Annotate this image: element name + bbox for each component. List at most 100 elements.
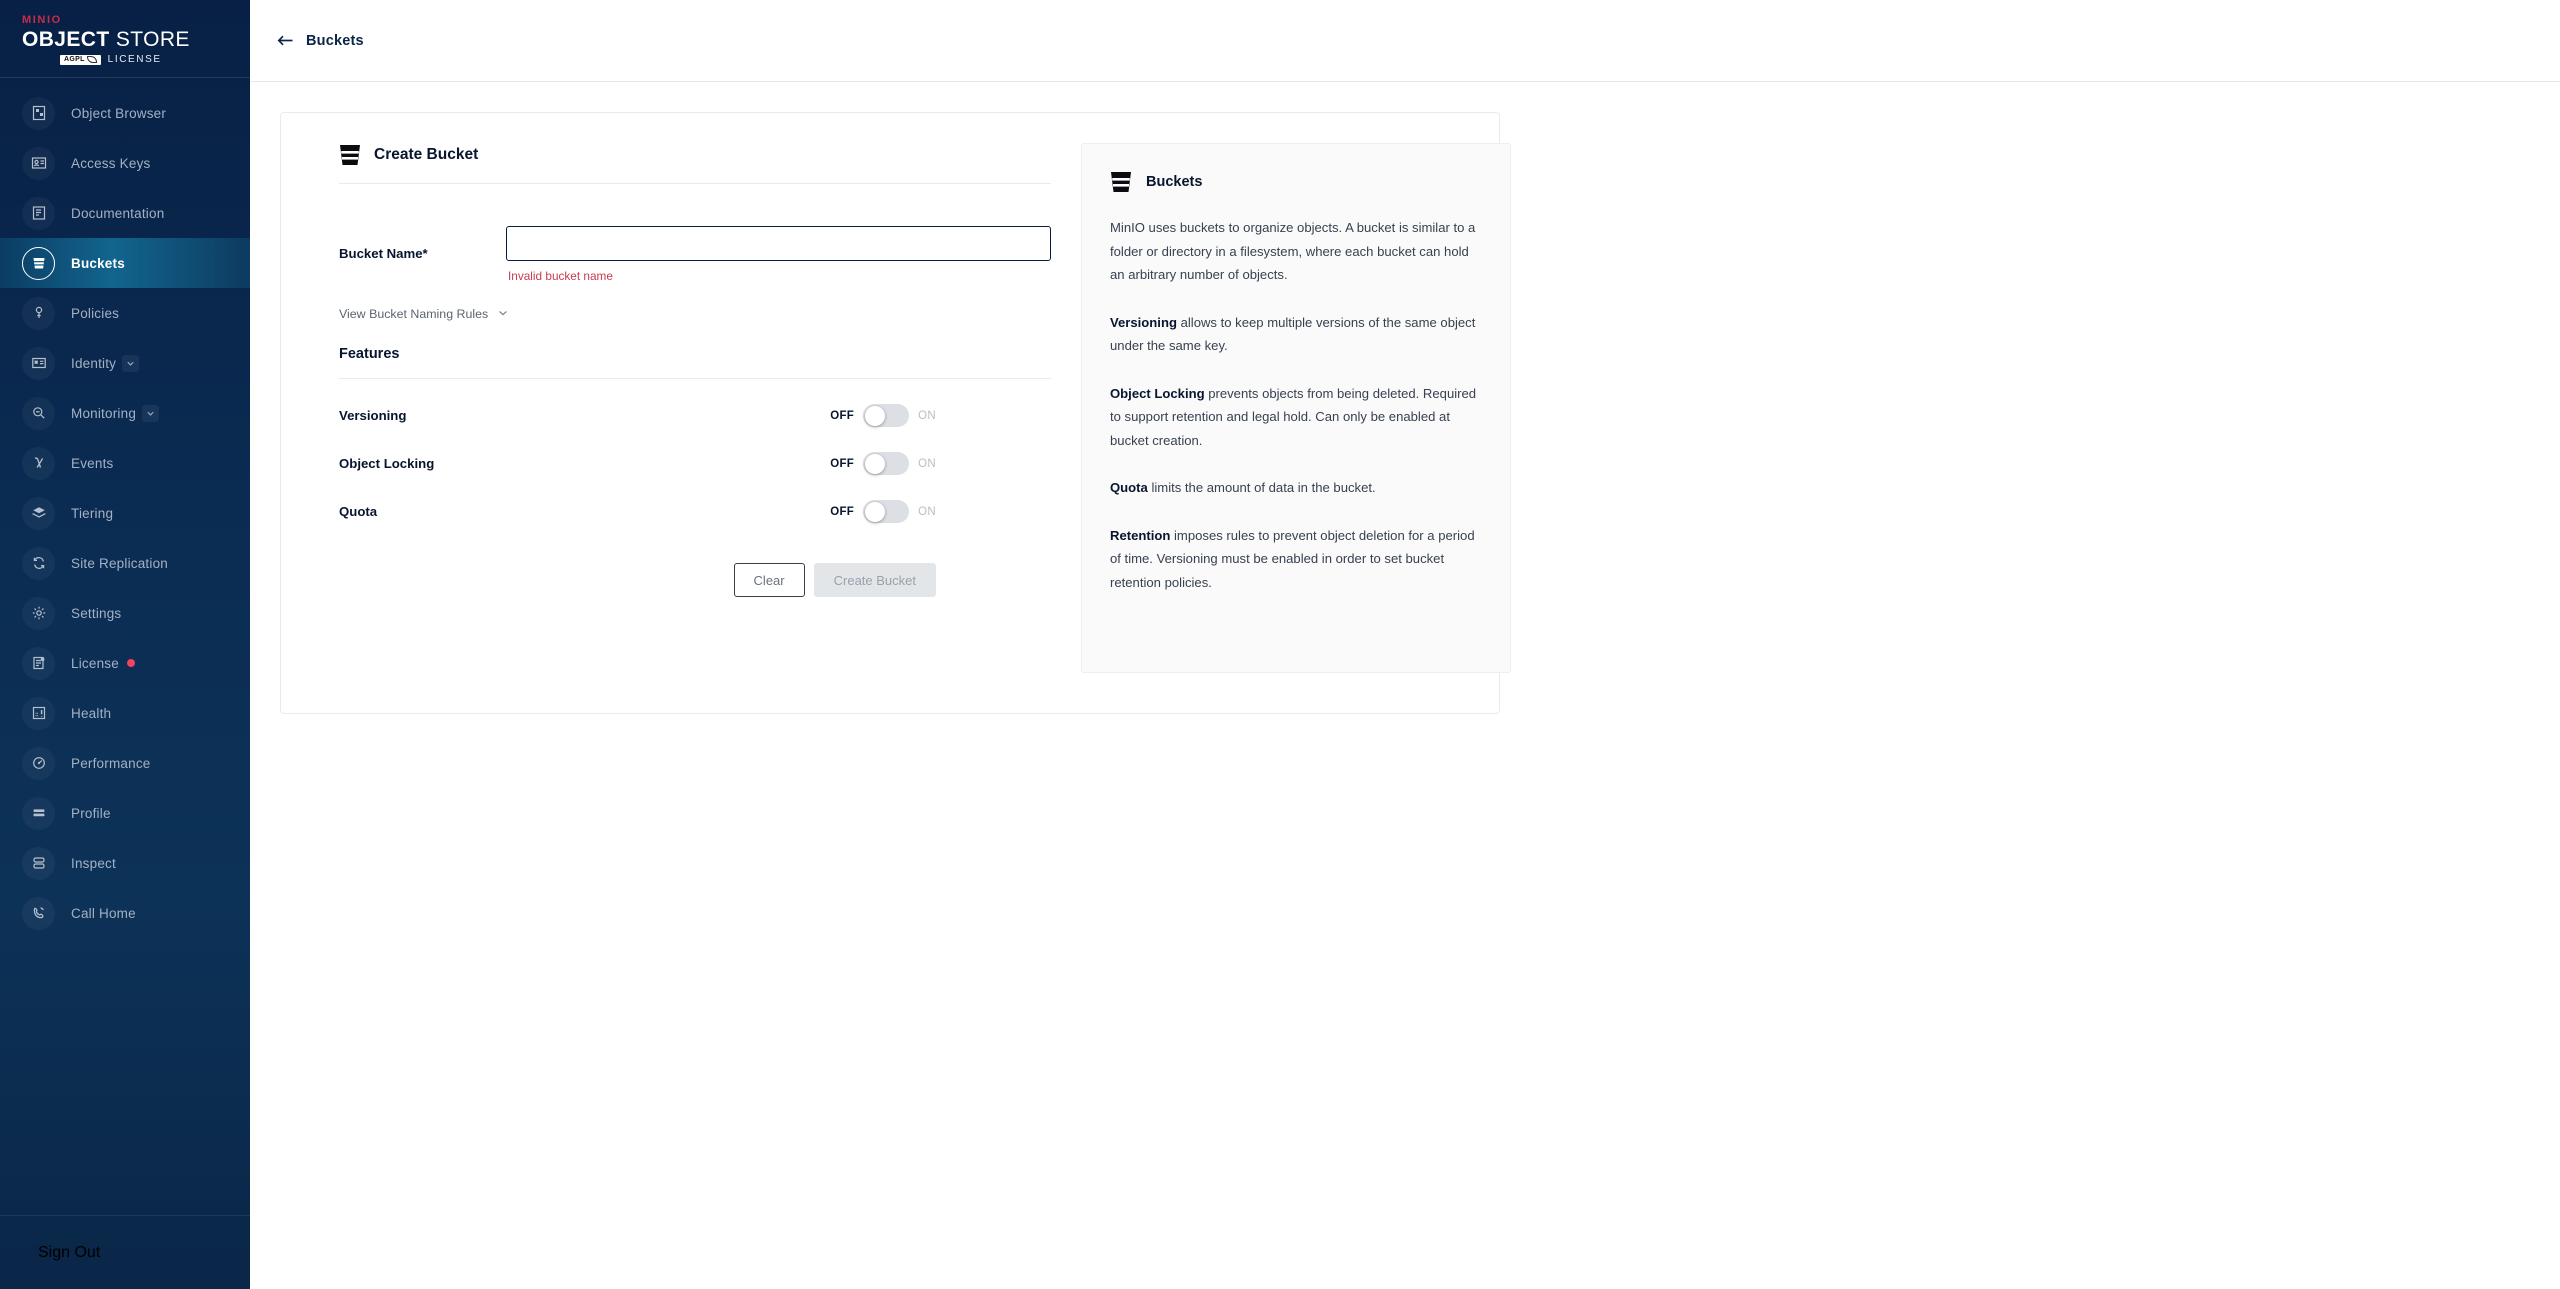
info-paragraph: Object Locking prevents objects from bei… [1110, 382, 1482, 453]
toggle-knob [864, 453, 885, 474]
bucket-name-field-row: Bucket Name* Invalid bucket name [311, 226, 1051, 283]
sidebar-item-monitoring-labelwrap: Monitoring [71, 404, 160, 422]
sidebar-item-label: Access Keys [71, 155, 151, 171]
agpl-text: AGPL [64, 55, 85, 63]
toggle-row-versioning: Versioning OFF ON [311, 404, 1051, 427]
toggle-group: OFF ON [830, 500, 936, 523]
toggle-label: Versioning [339, 408, 407, 423]
object-browser-icon [22, 96, 55, 130]
sidebar-item-license-labelwrap: License [71, 656, 135, 671]
site-replication-icon [22, 546, 55, 580]
sidebar-item-label: Policies [71, 305, 120, 321]
call-home-icon [22, 896, 55, 930]
profile-icon [22, 796, 55, 830]
sidebar-item-profile[interactable]: Profile [0, 788, 250, 838]
sidebar-item-site-replication[interactable]: Site Replication [0, 538, 250, 588]
bucket-icon [1110, 170, 1132, 194]
sidebar-item-tiering[interactable]: Tiering [0, 488, 250, 538]
object-word: OBJECT [22, 28, 110, 51]
sidebar: MINIO OBJECT STORE AGPL LICENSE Object B… [0, 0, 250, 1289]
tiering-layers-icon [22, 496, 55, 530]
sidebar-item-policies[interactable]: Policies [0, 288, 250, 338]
sidebar-item-label: Buckets [71, 255, 125, 271]
logo-block: MINIO OBJECT STORE AGPL LICENSE [0, 0, 250, 78]
license-row: AGPL LICENSE [22, 54, 250, 65]
view-naming-rules-toggle[interactable]: View Bucket Naming Rules [311, 305, 1051, 323]
license-word: LICENSE [107, 54, 162, 65]
clear-button[interactable]: Clear [733, 563, 805, 597]
sidebar-item-label: Object Browser [71, 105, 167, 121]
toggle-group: OFF ON [830, 452, 936, 475]
sidebar-item-identity-labelwrap: Identity [71, 354, 140, 372]
sidebar-item-license[interactable]: License [0, 638, 250, 688]
sidebar-item-label: Monitoring [71, 405, 137, 421]
sidebar-item-label: Inspect [71, 855, 116, 871]
sidebar-item-access-keys[interactable]: Access Keys [0, 138, 250, 188]
identity-icon [22, 346, 55, 380]
toggle-label: Object Locking [339, 456, 435, 471]
minio-wordmark: MINIO [22, 14, 62, 26]
bucket-name-input[interactable] [506, 226, 1051, 261]
toggle-row-object-locking: Object Locking OFF ON [311, 452, 1051, 475]
view-naming-rules-label: View Bucket Naming Rules [339, 307, 489, 321]
sidebar-item-performance[interactable]: Performance [0, 738, 250, 788]
back-arrow-icon[interactable] [277, 33, 294, 48]
sidebar-item-monitoring[interactable]: Monitoring [0, 388, 250, 438]
agpl-badge: AGPL [60, 54, 101, 65]
quota-toggle[interactable] [863, 500, 910, 523]
info-paragraph-lead: Retention [1110, 527, 1171, 543]
info-panel-title: Buckets [1146, 174, 1203, 190]
toggle-off-label: OFF [830, 457, 855, 470]
content-area: Create Bucket Bucket Name* Invalid bucke… [250, 82, 2560, 714]
info-paragraph: Quota limits the amount of data in the b… [1110, 476, 1482, 500]
versioning-toggle[interactable] [863, 404, 910, 427]
info-paragraph-lead: Versioning [1110, 314, 1177, 330]
page-title: Buckets [306, 32, 364, 49]
toggle-on-label: ON [918, 505, 936, 518]
health-icon [22, 696, 55, 730]
sidebar-item-identity[interactable]: Identity [0, 338, 250, 388]
bucket-icon [22, 246, 55, 280]
sidebar-item-buckets[interactable]: Buckets [0, 238, 250, 288]
sidebar-item-call-home[interactable]: Call Home [0, 888, 250, 938]
sidebar-item-health[interactable]: Health [0, 688, 250, 738]
sidebar-item-settings[interactable]: Settings [0, 588, 250, 638]
policies-icon [22, 296, 55, 330]
info-paragraph-lead: Object Locking [1110, 385, 1205, 401]
sidebar-item-documentation[interactable]: Documentation [0, 188, 250, 238]
create-bucket-button[interactable]: Create Bucket [813, 563, 936, 597]
sidebar-nav: Object Browser Access Keys Documentation… [0, 78, 250, 1215]
sidebar-item-label: Documentation [71, 205, 165, 221]
toggle-off-label: OFF [830, 409, 855, 422]
sidebar-item-object-browser[interactable]: Object Browser [0, 88, 250, 138]
info-paragraph: Retention imposes rules to prevent objec… [1110, 524, 1482, 595]
sidebar-item-events[interactable]: Events [0, 438, 250, 488]
features-divider [339, 378, 1051, 379]
events-lambda-icon [22, 446, 55, 480]
toggle-label: Quota [339, 504, 378, 519]
chevron-down-icon[interactable] [122, 354, 140, 372]
toggle-on-label: ON [918, 457, 936, 470]
gear-icon [22, 596, 55, 630]
access-keys-icon [22, 146, 55, 180]
chevron-down-icon[interactable] [142, 404, 160, 422]
info-paragraph: MinIO uses buckets to organize objects. … [1110, 216, 1482, 287]
info-paragraph-text: limits the amount of data in the bucket. [1147, 480, 1376, 495]
sidebar-item-label: Tiering [71, 505, 114, 521]
bucket-icon [339, 143, 361, 167]
form-actions: Clear Create Bucket [311, 563, 1051, 597]
app-root: MINIO OBJECT STORE AGPL LICENSE Object B… [0, 0, 2560, 1289]
sign-out-label: Sign Out [38, 1243, 101, 1261]
documentation-icon [22, 196, 55, 230]
agpl-swoosh-icon [86, 56, 97, 63]
bucket-name-label: Bucket Name* [339, 246, 428, 261]
license-icon [22, 646, 55, 680]
sign-out-button[interactable]: Sign Out [0, 1215, 250, 1289]
sidebar-item-inspect[interactable]: Inspect [0, 838, 250, 888]
object-store-wordmark: OBJECT STORE [22, 28, 250, 51]
object-locking-toggle[interactable] [863, 452, 910, 475]
create-bucket-card: Create Bucket Bucket Name* Invalid bucke… [280, 112, 1511, 714]
form-title: Create Bucket [374, 146, 479, 163]
toggle-off-label: OFF [830, 505, 855, 518]
toggle-group: OFF ON [830, 404, 936, 427]
